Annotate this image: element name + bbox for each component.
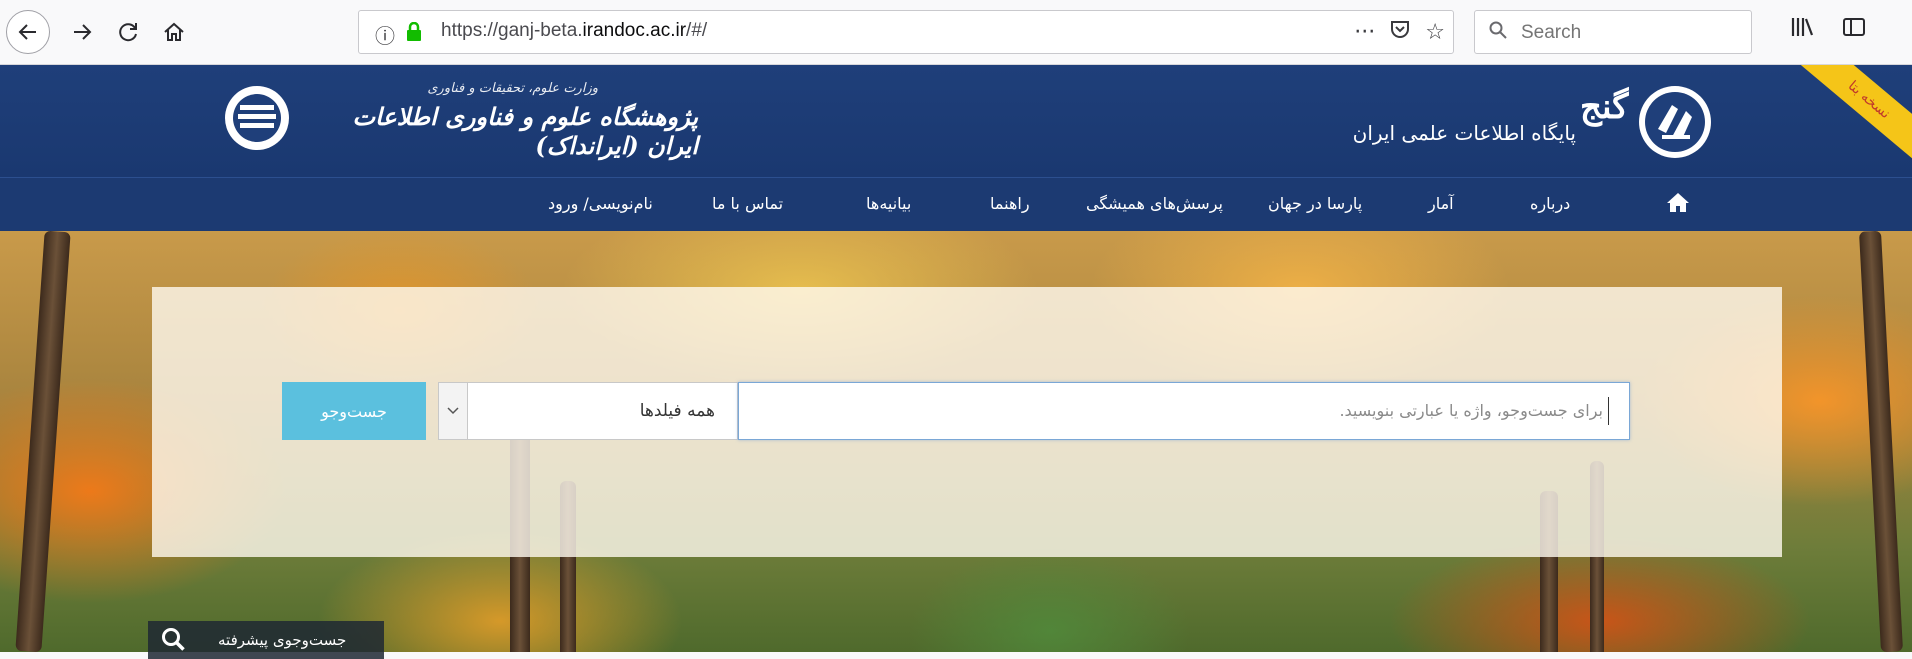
pocket-icon[interactable]	[1389, 18, 1411, 46]
nav-item-parsa[interactable]: پارسا در جهان	[1268, 194, 1362, 213]
search-input[interactable]	[1519, 19, 1743, 47]
forward-icon[interactable]	[60, 10, 104, 54]
nav-home-icon[interactable]	[1666, 191, 1690, 217]
url-text[interactable]: https://ganj-beta.irandoc.ac.ir/#/	[441, 20, 707, 42]
tree-trunk	[15, 231, 71, 652]
nav-item-about[interactable]: درباره	[1530, 194, 1570, 213]
query-input[interactable]: برای جست‌وجو، واژه یا عبارتی بنویسید.	[738, 382, 1630, 440]
info-icon[interactable]: ⓘ	[375, 20, 395, 49]
tree-trunk	[1858, 231, 1904, 652]
nav-item-faq[interactable]: پرسش‌های همیشگی	[1086, 194, 1223, 213]
nav-item-guide[interactable]: راهنما	[990, 194, 1030, 213]
institute-name: پژوهشگاه علوم و فناوری اطلاعات ایران (ای…	[352, 102, 698, 160]
ganj-title[interactable]: گنج	[1580, 87, 1628, 127]
bookmark-star-icon[interactable]: ☆	[1425, 20, 1445, 45]
ministry-label: وزارت علوم، تحقیقات و فناوری	[427, 81, 598, 96]
nav-item-register-login[interactable]: نام‌نویسی/ ورود	[548, 194, 653, 213]
search-icon	[1489, 20, 1507, 44]
site-header: نسخه بتا وزارت علوم، تحقیقات و فناوری پژ…	[0, 65, 1912, 177]
advanced-search-label: جست‌وجوی پیشرفته	[218, 631, 347, 649]
ganj-subtitle: پایگاه اطلاعات علمی ایران	[1352, 121, 1576, 145]
search-bar[interactable]	[1474, 10, 1752, 54]
ganj-logo-icon[interactable]	[1632, 79, 1718, 165]
irandoc-logo-icon[interactable]	[222, 83, 292, 157]
library-icon[interactable]	[1790, 16, 1814, 44]
field-select-value: همه فیلدها	[639, 401, 715, 421]
field-select[interactable]: همه فیلدها	[438, 382, 738, 440]
hero-background	[0, 231, 1912, 652]
chevron-down-icon[interactable]	[439, 383, 468, 439]
home-icon[interactable]	[152, 10, 196, 54]
advanced-search-button[interactable]: جست‌وجوی پیشرفته	[148, 621, 384, 659]
sidebar-icon[interactable]	[1842, 16, 1866, 44]
reload-icon[interactable]	[106, 10, 150, 54]
beta-ribbon: نسخه بتا	[1785, 65, 1912, 175]
irandoc-title[interactable]: وزارت علوم، تحقیقات و فناوری پژوهشگاه عل…	[298, 81, 698, 161]
lock-icon[interactable]	[405, 21, 423, 46]
browser-toolbar: ⓘ https://ganj-beta.irandoc.ac.ir/#/ ···…	[0, 0, 1912, 65]
nav-item-contact[interactable]: تماس با ما	[712, 194, 783, 213]
url-bar[interactable]: ⓘ https://ganj-beta.irandoc.ac.ir/#/ ···…	[358, 10, 1454, 54]
page-actions-icon[interactable]: ···	[1354, 20, 1375, 45]
nav-item-statements[interactable]: بیانیه‌ها	[866, 194, 911, 213]
query-placeholder: برای جست‌وجو، واژه یا عبارتی بنویسید.	[1339, 401, 1603, 420]
search-button[interactable]: جست‌وجو	[282, 382, 426, 440]
main-nav: درباره آمار پارسا در جهان پرسش‌های همیشگ…	[0, 177, 1912, 232]
back-icon[interactable]	[6, 10, 50, 54]
nav-item-stats[interactable]: آمار	[1428, 194, 1454, 213]
text-caret	[1608, 397, 1609, 425]
